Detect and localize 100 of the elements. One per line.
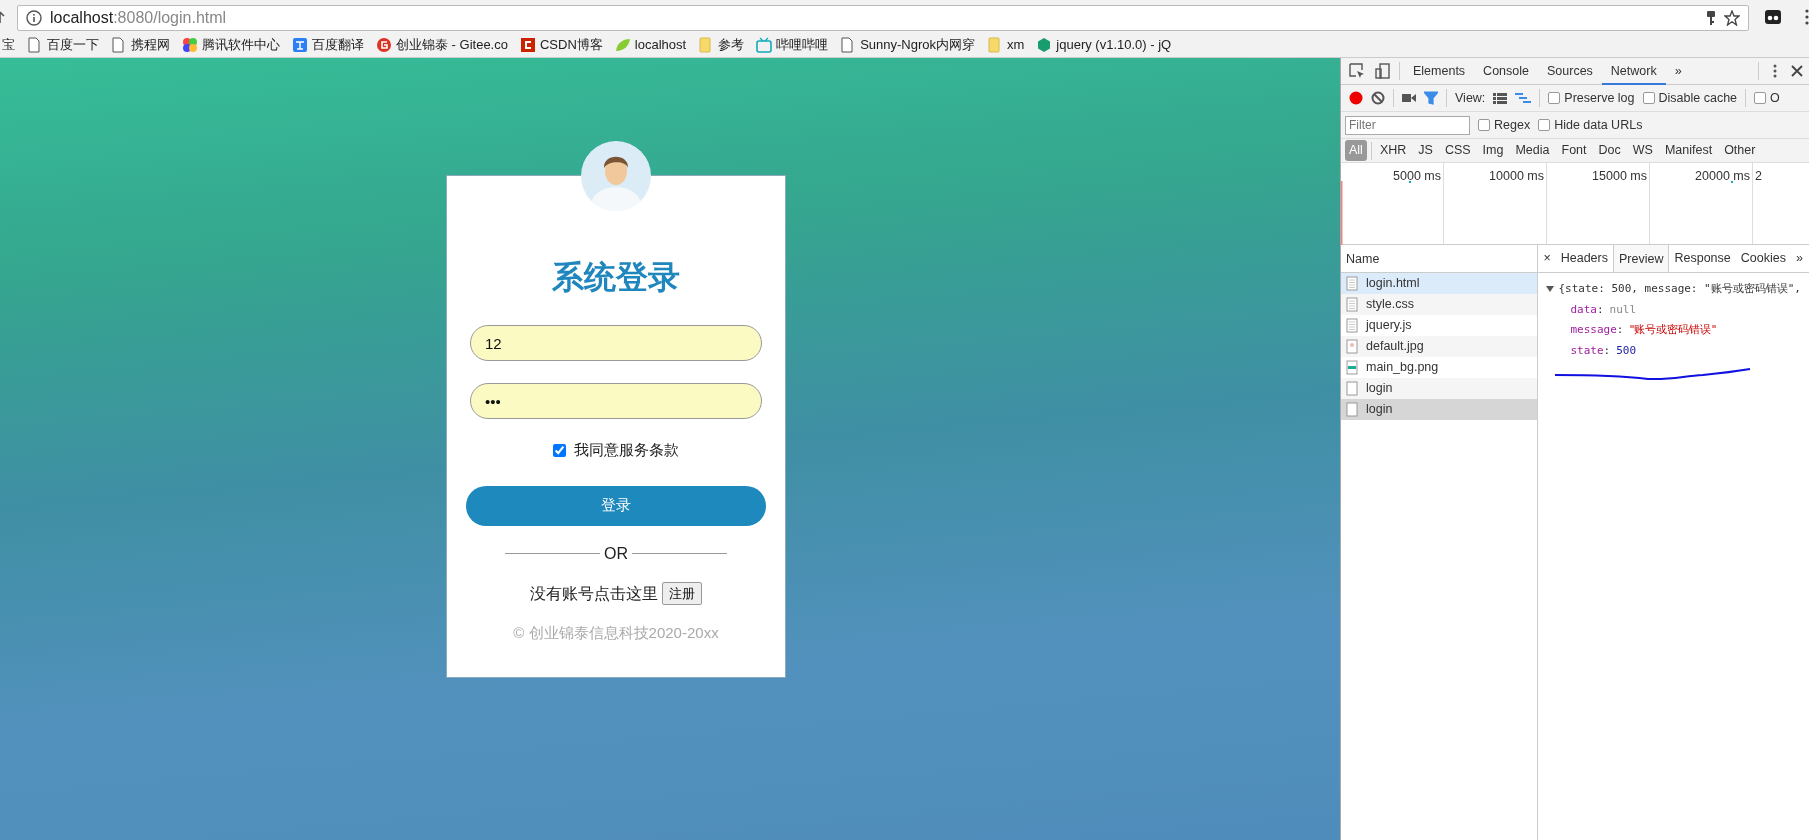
divider-text: OR: [604, 543, 628, 564]
panel-tab[interactable]: Elements: [1404, 57, 1475, 85]
bookmark-link[interactable]: Sunny-Ngrok内网穿: [860, 35, 975, 55]
panel-tab[interactable]: Sources: [1538, 57, 1602, 85]
type-filter[interactable]: Img: [1478, 140, 1508, 161]
type-filter[interactable]: XHR: [1375, 140, 1411, 161]
agree-checkbox[interactable]: [553, 443, 566, 457]
timeline-tick: 20000 ms: [1695, 169, 1750, 183]
key-icon[interactable]: [1706, 10, 1716, 26]
checkbox[interactable]: [1538, 119, 1551, 131]
gitee-icon[interactable]: [376, 37, 392, 53]
expanded-triangle-icon[interactable]: [1546, 285, 1555, 294]
filter-icon[interactable]: [1424, 91, 1438, 105]
info-icon[interactable]: [26, 10, 42, 26]
filter-field[interactable]: Filter: [1345, 115, 1470, 135]
clear-icon[interactable]: [1371, 91, 1385, 105]
login-button[interactable]: 登录: [466, 485, 766, 526]
type-filter[interactable]: Doc: [1594, 140, 1625, 161]
request-name: jquery.js: [1366, 317, 1412, 335]
type-filter[interactable]: Manifest: [1660, 140, 1717, 161]
list-view-icon[interactable]: [1493, 92, 1508, 104]
json-value: null: [1609, 302, 1637, 316]
request-name: default.jpg: [1366, 338, 1424, 356]
more-tabs-button[interactable]: »: [1665, 57, 1691, 85]
json-value: "账号或密码错误": [1629, 323, 1717, 336]
more-tabs-button[interactable]: »: [1790, 244, 1808, 272]
device-icon[interactable]: [1375, 63, 1391, 79]
password-field[interactable]: •••: [470, 383, 762, 419]
bookmark-link[interactable]: 腾讯软件中心: [202, 35, 280, 55]
type-filter[interactable]: Media: [1511, 140, 1554, 161]
request-row[interactable]: login: [1341, 399, 1538, 420]
bookmark-link[interactable]: 百度一下: [47, 35, 99, 55]
bookmark-link[interactable]: 百度翻译: [312, 35, 364, 55]
image-icon: [1346, 360, 1358, 375]
address-bar[interactable]: localhost:8080/login.html: [17, 5, 1749, 31]
page-icon[interactable]: [111, 37, 127, 53]
star-icon[interactable]: [1724, 10, 1740, 26]
bookmark-link[interactable]: jquery (v1.10.0) - jQ: [1056, 35, 1172, 55]
type-filter[interactable]: Font: [1557, 140, 1591, 161]
bookmark-link[interactable]: xm: [1007, 35, 1025, 55]
type-filter[interactable]: WS: [1628, 140, 1657, 161]
bookmark-link[interactable]: 哔哩哔哩: [776, 35, 829, 55]
detail-tab[interactable]: Preview: [1613, 244, 1670, 272]
waterfall-view-icon[interactable]: [1515, 92, 1532, 104]
agree-label: 我同意服务条款: [574, 440, 679, 460]
menu-icon[interactable]: [1805, 8, 1809, 25]
blank-file-icon: [1346, 381, 1358, 396]
bookmark-link[interactable]: CSDN博客: [539, 35, 603, 55]
checkbox-label: Disable cache: [1658, 89, 1738, 107]
detail-tab[interactable]: Cookies: [1735, 244, 1791, 272]
document-icon: [1346, 276, 1358, 291]
request-name: style.css: [1366, 296, 1414, 314]
checkbox[interactable]: [1548, 92, 1561, 104]
type-filter[interactable]: Other: [1720, 140, 1760, 161]
close-icon[interactable]: [1791, 65, 1803, 77]
bookmark-link[interactable]: 参考: [718, 35, 745, 55]
pinwheel-icon[interactable]: [182, 37, 198, 53]
checkbox-label: O: [1770, 89, 1780, 107]
timeline-tick: 15000 ms: [1592, 169, 1647, 183]
type-filter[interactable]: JS: [1414, 140, 1437, 161]
type-filter[interactable]: CSS: [1440, 140, 1475, 161]
document-icon: [1346, 297, 1358, 312]
more-options-icon[interactable]: [1773, 64, 1777, 78]
translate-icon[interactable]: [292, 37, 308, 53]
hexagon-icon[interactable]: [1036, 37, 1053, 53]
request-row[interactable]: login: [1341, 378, 1538, 399]
request-row[interactable]: style.css: [1341, 294, 1538, 315]
record-icon[interactable]: [1349, 91, 1363, 105]
checkbox[interactable]: [1478, 119, 1490, 131]
panel-tab[interactable]: Console: [1474, 57, 1538, 85]
request-row[interactable]: main_bg.png: [1341, 357, 1538, 378]
checkbox[interactable]: [1754, 92, 1767, 104]
detail-tab[interactable]: Headers: [1555, 244, 1613, 272]
close-button[interactable]: ×: [1538, 244, 1556, 272]
extension-icon[interactable]: [1765, 9, 1781, 24]
request-row[interactable]: default.jpg: [1341, 336, 1538, 357]
camera-icon[interactable]: [1402, 93, 1416, 103]
page-icon[interactable]: [27, 37, 43, 53]
blank-file-icon: [1346, 402, 1358, 417]
json-colon: :: [1596, 302, 1604, 316]
back-arrow-icon[interactable]: [0, 9, 5, 24]
copyright-text: © 创业锦泰信息科技2020-20xx: [513, 622, 719, 643]
bookmark-link[interactable]: 宝: [2, 35, 15, 55]
bookmark-link[interactable]: 携程网: [131, 35, 170, 55]
timeline-tick: 2: [1755, 169, 1762, 183]
request-row[interactable]: login.html: [1341, 273, 1538, 294]
inspect-icon[interactable]: [1349, 63, 1365, 79]
bookmark-link[interactable]: localhost: [634, 35, 687, 55]
bookmark-link[interactable]: 创业锦泰 - Gitee.co: [396, 35, 508, 55]
json-colon: :: [1603, 343, 1611, 357]
checkbox-label: Preserve log: [1564, 89, 1635, 107]
request-row[interactable]: jquery.js: [1341, 315, 1538, 336]
tv-icon[interactable]: [756, 37, 773, 53]
checkbox[interactable]: [1642, 92, 1655, 104]
csdn-icon[interactable]: [519, 37, 536, 53]
request-name: login: [1366, 401, 1393, 419]
username-field[interactable]: 12: [470, 325, 762, 361]
document-icon: [1346, 318, 1358, 333]
detail-tab[interactable]: Response: [1669, 244, 1736, 272]
register-button[interactable]: 注册: [662, 581, 702, 606]
